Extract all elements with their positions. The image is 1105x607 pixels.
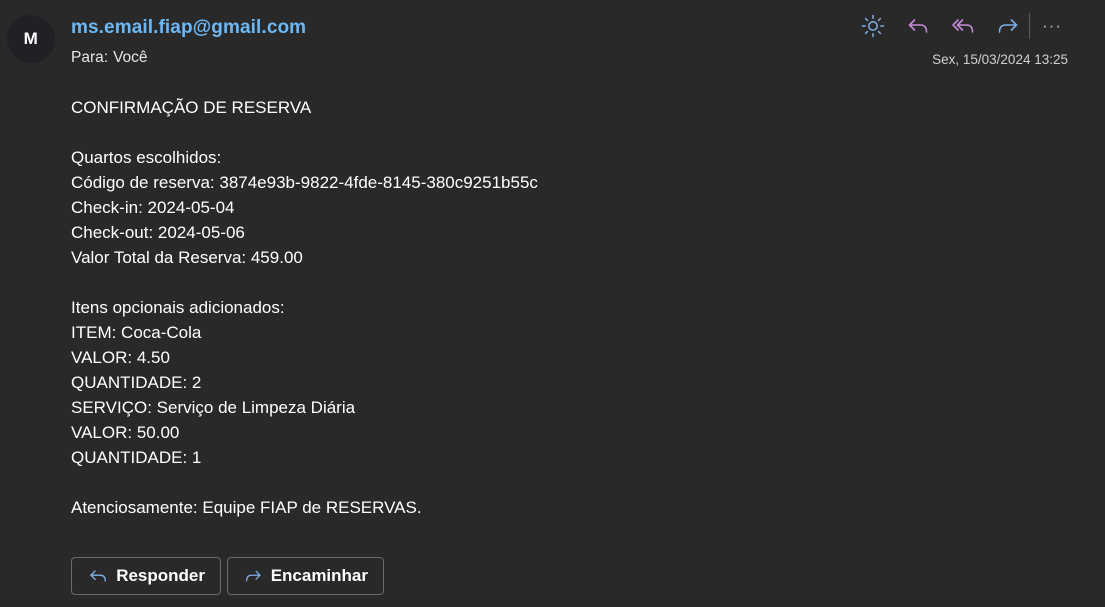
reply-all-icon[interactable] bbox=[947, 11, 979, 41]
toolbar-divider bbox=[1029, 13, 1030, 39]
message-toolbar: ··· bbox=[857, 11, 1068, 41]
recipient-value[interactable]: Você bbox=[113, 49, 147, 66]
reply-icon bbox=[90, 570, 106, 582]
forward-icon bbox=[246, 570, 261, 582]
message-line: ITEM: Coca-Cola bbox=[71, 323, 202, 342]
message-body: CONFIRMAÇÃO DE RESERVA Quartos escolhidos… bbox=[71, 95, 538, 520]
reply-button-label: Responder bbox=[116, 566, 205, 585]
recipient-label: Para: bbox=[71, 49, 109, 66]
more-icon[interactable]: ··· bbox=[1036, 11, 1068, 41]
message-line: QUANTIDADE: 1 bbox=[71, 448, 202, 467]
message-line: Quartos escolhidos: bbox=[71, 148, 222, 167]
message-line: VALOR: 50.00 bbox=[71, 423, 180, 442]
message-line: Atenciosamente: Equipe FIAP de RESERVAS. bbox=[71, 498, 422, 517]
forward-button-label: Encaminhar bbox=[270, 566, 368, 585]
message-line: VALOR: 4.50 bbox=[71, 348, 170, 367]
reply-icon[interactable] bbox=[902, 11, 934, 41]
message-line: Check-in: 2024-05-04 bbox=[71, 198, 235, 217]
forward-button[interactable]: Encaminhar bbox=[227, 557, 384, 595]
recipient-line: Para: Você bbox=[71, 49, 148, 67]
forward-icon[interactable] bbox=[992, 11, 1024, 41]
avatar-initial: M bbox=[23, 29, 39, 48]
message-line: Valor Total da Reserva: 459.00 bbox=[71, 248, 303, 267]
email-reading-pane: M ms.email.fiap@gmail.com Para: Você Sex,… bbox=[0, 0, 1105, 607]
message-actions: Responder Encaminhar bbox=[71, 557, 390, 595]
message-line: CONFIRMAÇÃO DE RESERVA bbox=[71, 98, 312, 117]
message-datetime: Sex, 15/03/2024 13:25 bbox=[932, 52, 1068, 67]
message-line: SERVIÇO: Serviço de Limpeza Diária bbox=[71, 398, 356, 417]
message-line: Itens opcionais adicionados: bbox=[71, 298, 285, 317]
reply-button[interactable]: Responder bbox=[71, 557, 221, 595]
message-line: Check-out: 2024-05-06 bbox=[71, 223, 245, 242]
message-line: QUANTIDADE: 2 bbox=[71, 373, 202, 392]
avatar[interactable]: M bbox=[7, 15, 55, 63]
message-line: Código de reserva: 3874e93b-9822-4fde-81… bbox=[71, 173, 538, 192]
sender-email[interactable]: ms.email.fiap@gmail.com bbox=[71, 17, 306, 39]
sun-icon[interactable] bbox=[857, 11, 889, 41]
